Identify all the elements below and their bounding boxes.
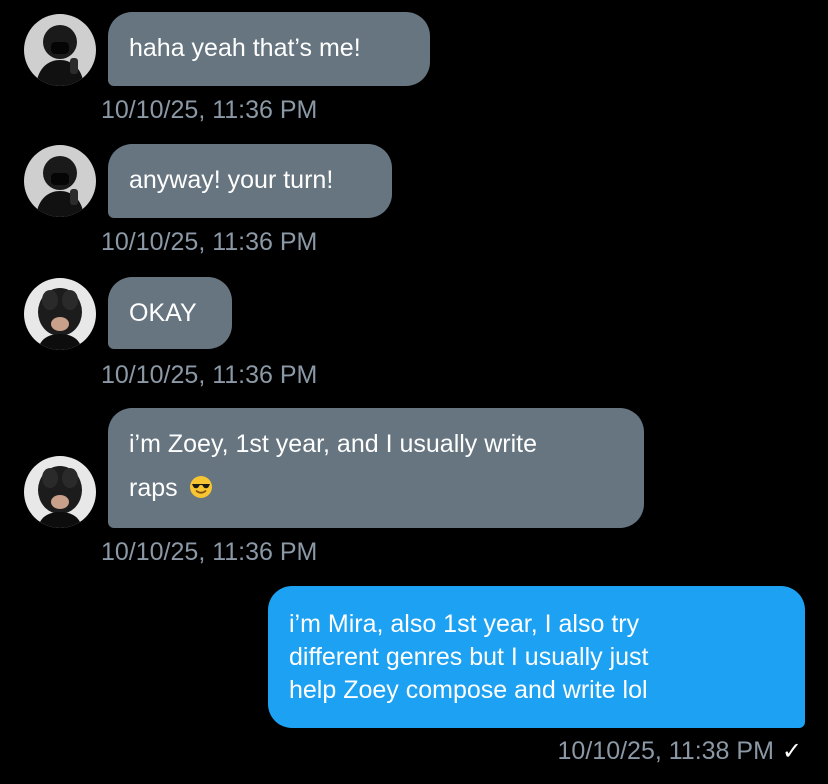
message-text: anyway! your turn! bbox=[129, 166, 334, 194]
message-bubble-incoming[interactable]: i’m Zoey, 1st year, and I usually write … bbox=[108, 408, 644, 528]
message-text-line: different genres but I usually just bbox=[289, 643, 649, 671]
message-text-line: help Zoey compose and write lol bbox=[289, 676, 648, 704]
message-text: OKAY bbox=[129, 299, 197, 327]
message-bubble-incoming[interactable]: OKAY bbox=[108, 277, 232, 349]
message-text-line: raps bbox=[129, 466, 623, 510]
message-timestamp-row: 10/10/25, 11:38 PM ✓ bbox=[558, 736, 802, 767]
message-text: haha yeah that’s me! bbox=[129, 34, 361, 62]
smiling-face-with-sunglasses-icon bbox=[189, 469, 213, 498]
message-bubble-incoming[interactable]: anyway! your turn! bbox=[108, 144, 392, 218]
avatar-braids[interactable] bbox=[24, 456, 96, 528]
message-timestamp: 10/10/25, 11:36 PM bbox=[101, 538, 318, 566]
avatar-masked[interactable] bbox=[24, 14, 96, 86]
message-timestamp: 10/10/25, 11:38 PM bbox=[557, 737, 774, 765]
avatar-braids[interactable] bbox=[24, 278, 96, 350]
message-text: raps bbox=[129, 474, 178, 502]
avatar-masked[interactable] bbox=[24, 145, 96, 217]
message-bubble-incoming[interactable]: haha yeah that’s me! bbox=[108, 12, 430, 86]
message-timestamp: 10/10/25, 11:36 PM bbox=[101, 361, 318, 389]
dm-conversation: haha yeah that’s me! 10/10/25, 11:36 PM … bbox=[0, 0, 828, 784]
message-timestamp: 10/10/25, 11:36 PM bbox=[101, 96, 318, 124]
message-text-line: i’m Mira, also 1st year, I also try bbox=[289, 610, 640, 638]
sent-check-icon: ✓ bbox=[781, 738, 802, 765]
message-timestamp: 10/10/25, 11:36 PM bbox=[101, 228, 318, 256]
message-bubble-outgoing[interactable]: i’m Mira, also 1st year, I also try diff… bbox=[268, 586, 805, 728]
message-text-line: i’m Zoey, 1st year, and I usually write bbox=[129, 430, 538, 458]
